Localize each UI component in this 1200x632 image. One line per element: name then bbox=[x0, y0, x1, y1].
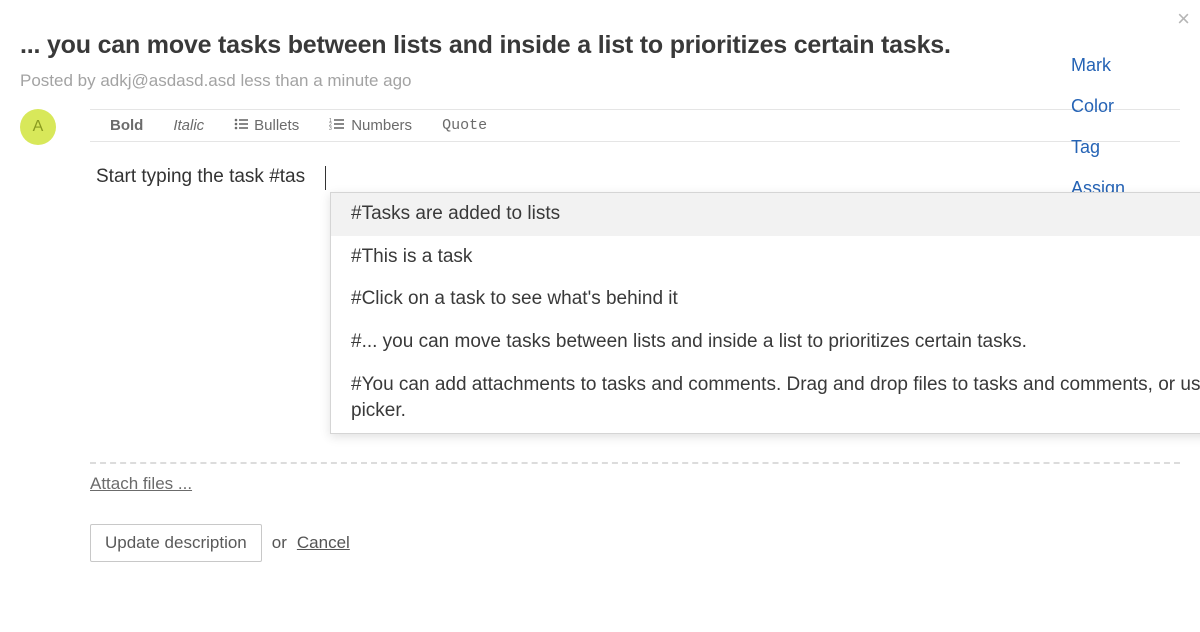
bold-button[interactable]: Bold bbox=[110, 117, 143, 134]
bullets-button[interactable]: Bullets bbox=[234, 117, 299, 134]
divider bbox=[90, 462, 1180, 464]
avatar: A bbox=[20, 109, 56, 145]
suggestion-item[interactable]: #Click on a task to see what's behind it bbox=[331, 278, 1200, 321]
update-description-button[interactable]: Update description bbox=[90, 524, 262, 562]
suggestion-item[interactable]: #You can add attachments to tasks and co… bbox=[331, 364, 1200, 433]
attach-row: Attach files ... bbox=[90, 474, 1180, 494]
editor-toolbar: Bold Italic Bullets 123 Numbers Quote bbox=[90, 109, 1180, 142]
bullets-label: Bullets bbox=[254, 117, 299, 134]
editor-area: #Tasks are added to lists #This is a tas… bbox=[90, 142, 1180, 462]
task-header: ... you can move tasks between lists and… bbox=[0, 0, 1200, 91]
suggestion-item[interactable]: #Tasks are added to lists bbox=[331, 193, 1200, 236]
cancel-link[interactable]: Cancel bbox=[297, 533, 350, 553]
task-title: ... you can move tasks between lists and… bbox=[20, 30, 980, 61]
editor-column: Bold Italic Bullets 123 Numbers Quote #T… bbox=[90, 109, 1180, 562]
color-link[interactable]: Color bbox=[1071, 96, 1114, 117]
numbers-button[interactable]: 123 Numbers bbox=[329, 117, 412, 134]
quote-button[interactable]: Quote bbox=[442, 117, 487, 134]
task-byline: Posted by adkj@asdasd.asd less than a mi… bbox=[20, 71, 1180, 91]
suggestion-item[interactable]: #... you can move tasks between lists an… bbox=[331, 321, 1200, 364]
or-text: or bbox=[272, 533, 287, 553]
mark-link[interactable]: Mark bbox=[1071, 55, 1111, 76]
italic-button[interactable]: Italic bbox=[173, 117, 204, 134]
editor-row: A Bold Italic Bullets 123 Numbers Quote bbox=[0, 91, 1200, 562]
attach-files-link[interactable]: Attach files ... bbox=[90, 474, 192, 493]
text-caret bbox=[325, 166, 326, 190]
svg-text:3: 3 bbox=[329, 126, 332, 130]
hashtag-suggestions: #Tasks are added to lists #This is a tas… bbox=[330, 192, 1200, 434]
bullets-icon bbox=[234, 117, 248, 134]
suggestion-item[interactable]: #This is a task bbox=[331, 236, 1200, 279]
numbers-label: Numbers bbox=[351, 117, 412, 134]
description-input[interactable] bbox=[96, 166, 1174, 188]
numbers-icon: 123 bbox=[329, 117, 345, 134]
close-icon[interactable]: × bbox=[1177, 8, 1190, 30]
actions-row: Update description or Cancel bbox=[90, 524, 1180, 562]
